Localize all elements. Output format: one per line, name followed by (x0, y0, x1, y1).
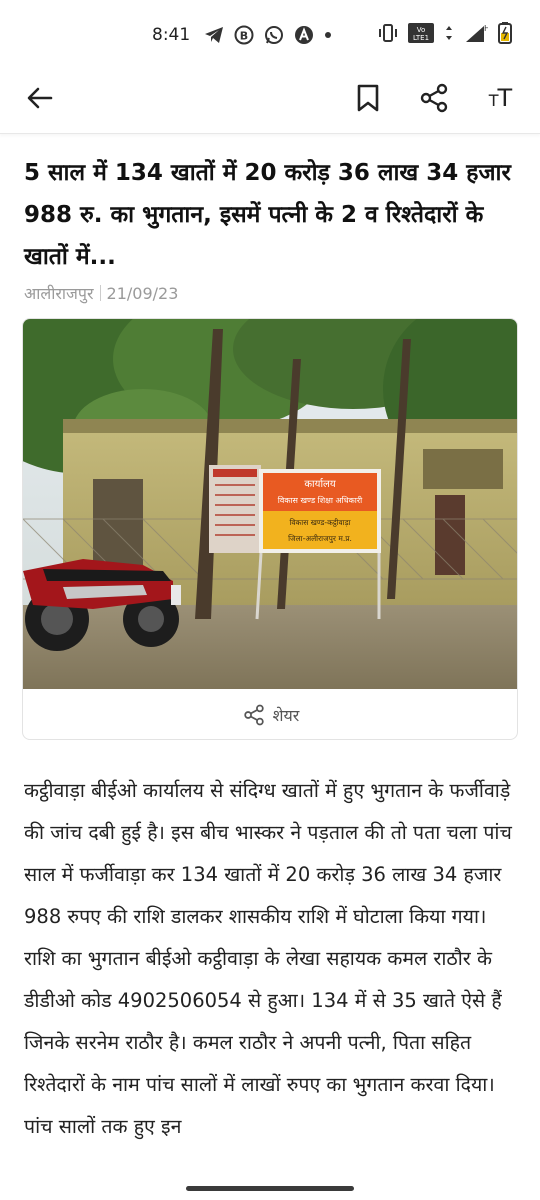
sign-line4: जिला-अलीराजपुर म.प्र. (288, 534, 352, 544)
article-photo[interactable]: कार्यालय विकास खण्ड शिक्षा अधिकारी विकास… (23, 319, 517, 689)
bookmark-icon (357, 84, 379, 111)
article-image-card: कार्यालय विकास खण्ड शिक्षा अधिकारी विकास… (22, 318, 518, 740)
whatsapp-icon (264, 25, 284, 45)
sign-line1: कार्यालय (304, 478, 335, 490)
a-app-icon (294, 25, 314, 45)
meta-divider (99, 285, 101, 301)
article-headline: 5 साल में 134 खातों में 20 करोड़ 36 लाख … (24, 160, 511, 270)
sign-line2: विकास खण्ड शिक्षा अधिकारी (278, 495, 363, 505)
battery-icon (498, 21, 512, 49)
status-right: Vo LTE1 H (378, 21, 512, 49)
svg-text:Vo: Vo (417, 26, 426, 34)
svg-text:B: B (240, 30, 248, 43)
svg-text:LTE1: LTE1 (413, 34, 429, 42)
article-date: 21/09/23 (106, 283, 179, 303)
image-share-button[interactable]: शेयर (23, 689, 517, 739)
volte-icon: Vo LTE1 (408, 22, 434, 48)
text-size-button[interactable]: TT (480, 78, 520, 118)
signal-icon: H (464, 23, 490, 48)
article-body: कट्ठीवाड़ा बीईओ कार्यालय से संदिग्ध खातो… (24, 779, 512, 1138)
dot-icon (324, 31, 332, 39)
article-toolbar: TT (0, 62, 540, 134)
telegram-icon (204, 26, 224, 44)
text-size-icon: TT (488, 83, 512, 112)
arrow-left-icon (27, 87, 53, 108)
gesture-nav-handle[interactable] (186, 1186, 354, 1191)
status-time: 8:41 (152, 25, 191, 45)
wifi-icon (444, 24, 454, 47)
article-location[interactable]: आलीराजपुर (24, 282, 94, 304)
share-icon (243, 704, 264, 726)
svg-text:H: H (484, 24, 488, 33)
b-app-icon: B (234, 25, 254, 45)
bookmark-button[interactable] (348, 78, 388, 118)
back-button[interactable] (20, 78, 60, 118)
share-button[interactable] (414, 78, 454, 118)
share-icon (420, 83, 448, 112)
status-bar: 8:41 B Vo LTE1 H (0, 0, 540, 70)
sign-line3: विकास खण्ड-कट्ठीवाड़ा (289, 518, 351, 527)
vibrate-icon (378, 23, 398, 47)
article-meta: आलीराजपुर 21/09/23 (24, 282, 178, 304)
share-label: शेयर (272, 706, 300, 725)
